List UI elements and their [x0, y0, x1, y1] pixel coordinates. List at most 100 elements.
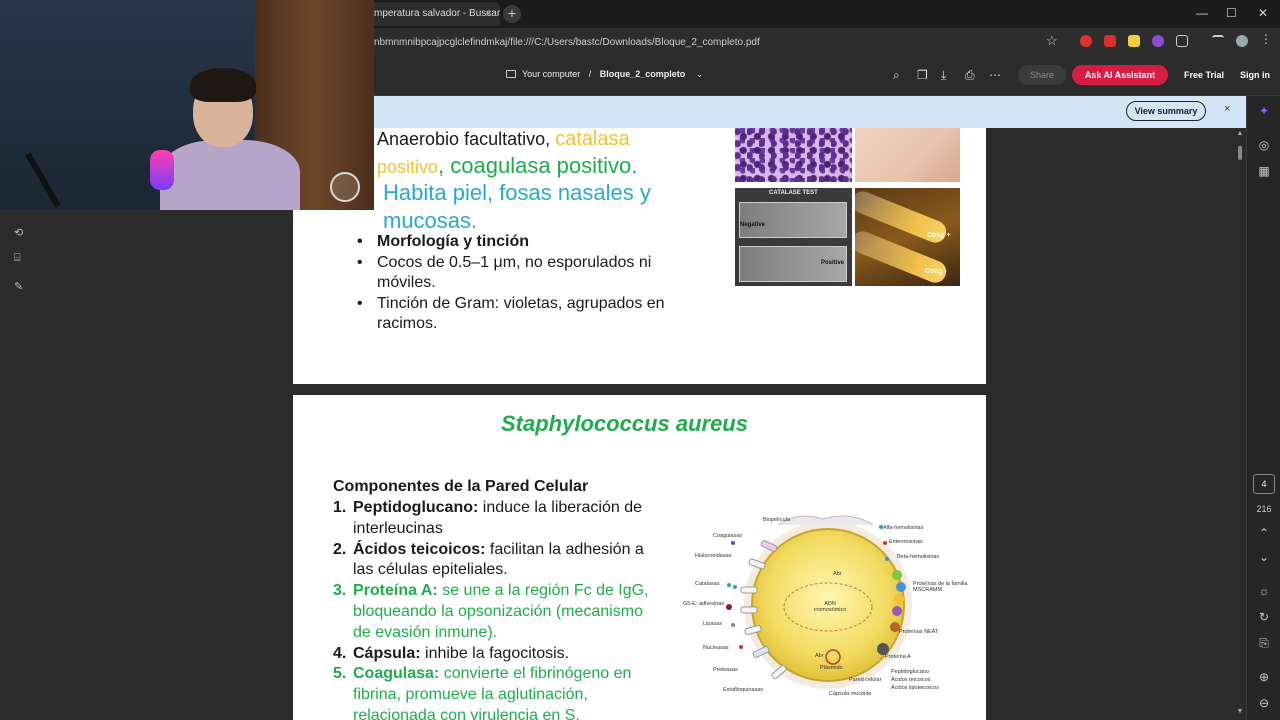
zoom-in-icon[interactable]: ⊕	[1255, 668, 1273, 686]
sign-in-button[interactable]: Sign in	[1240, 65, 1280, 85]
breadcrumb-location[interactable]: Your computer	[522, 69, 580, 79]
label-lipasas: Lipasas	[703, 621, 722, 627]
screen: mperatura salvador - Buscar × + — ☐ ✕ nb…	[0, 0, 1280, 720]
left-tool-rail: ⟲ ⌸ ✎	[0, 210, 38, 300]
label-proteasas: Proteasas	[713, 667, 738, 673]
download-icon[interactable]: ⤓	[941, 68, 946, 83]
skin-infection-image	[855, 128, 960, 182]
bookmark-star-icon[interactable]: ☆	[1046, 33, 1058, 49]
coag-positive-label: Coag +	[927, 232, 951, 239]
label-estafiloquinasas: Estafiloquinasas	[723, 687, 764, 693]
close-window-icon[interactable]: ✕	[1258, 6, 1268, 20]
more-options-icon[interactable]: ⋯	[989, 68, 1001, 82]
profile-avatar-icon[interactable]	[1236, 35, 1248, 47]
document-scrollbar[interactable]: ▲ ▼	[1236, 130, 1244, 720]
breadcrumb: Your computer / Bloque_2_completo ⌄	[506, 69, 703, 80]
tab-close-icon[interactable]: ×	[486, 2, 492, 26]
comment-icon[interactable]: ◎	[1255, 136, 1273, 154]
webcam-overlay	[0, 0, 374, 210]
label-coagulasas: Coagulasas	[713, 533, 743, 539]
morphology-list: Morfología y tinción Cocos de 0.5–1 μm, …	[357, 232, 687, 335]
scroll-up-icon[interactable]: ▲	[1236, 130, 1244, 137]
label-peptidoglucano: Peptidoglucano	[891, 669, 929, 675]
scroll-thumb[interactable]	[1238, 146, 1242, 160]
brightness-icon[interactable]: ☼	[1255, 582, 1273, 600]
extension-shield-icon[interactable]	[1080, 35, 1092, 47]
extension-acrobat-icon[interactable]	[1104, 35, 1116, 47]
zoom-out-icon[interactable]: ⊖	[1255, 694, 1273, 712]
page-number-field[interactable]: 4	[1253, 474, 1275, 494]
maximize-icon[interactable]: ☐	[1226, 6, 1237, 20]
label-neat: Proteínas NEAT	[899, 629, 939, 635]
minimize-icon[interactable]: —	[1196, 6, 1208, 20]
file-name[interactable]: Bloque_2_completo	[600, 69, 686, 79]
lasso-icon[interactable]: ⟲	[14, 226, 28, 240]
catalase-positive-label: Positive	[821, 260, 845, 266]
view-summary-button[interactable]: View summary	[1126, 101, 1206, 121]
new-tab-button[interactable]: +	[503, 5, 521, 23]
share-button[interactable]: Share	[1018, 65, 1066, 85]
summary-banner: View summary ×	[374, 96, 1246, 128]
free-trial-button[interactable]: Free Trial	[1175, 65, 1233, 85]
extension-yellow-icon[interactable]	[1128, 35, 1140, 47]
text-catalasa: catalasa	[555, 128, 630, 150]
page-total: 216	[1256, 504, 1272, 514]
chevron-down-icon[interactable]: ⌄	[696, 69, 704, 79]
gram-stain-image	[735, 128, 852, 182]
browser-tab[interactable]: mperatura salvador - Buscar ×	[360, 2, 500, 26]
url-field[interactable]: nbmnmnibpcajpcglclefindmkaj/file:///C:/U…	[374, 34, 1064, 52]
label-proteina-a: Proteína A	[885, 654, 911, 660]
catalase-negative-label: Negative	[740, 222, 766, 228]
label-beta-hemolisinas: Beta-hemolisinas	[897, 554, 940, 560]
text-select-icon[interactable]: ⌸	[14, 252, 28, 266]
label-catalasas: Catalasas	[695, 581, 720, 587]
label-acidos-teicoicos: Ácidos teicoicos	[891, 677, 931, 683]
reading-list-icon[interactable]	[1212, 35, 1224, 47]
list-item: 3. Proteína A: se une a la región Fc de I…	[333, 582, 649, 641]
document-info-icon[interactable]: ⎘	[1255, 634, 1273, 652]
breadcrumb-separator: /	[588, 69, 592, 79]
text-line-2: positivo, coagulasa positivo.	[377, 153, 637, 179]
stream-logo-icon	[330, 172, 360, 202]
text-line-3: Habita piel, fosas nasales y	[383, 180, 651, 205]
search-icon[interactable]: ⌕	[893, 68, 900, 83]
label-abr-1: Abr	[833, 571, 842, 577]
webcam-person-body	[160, 140, 300, 210]
webcam-microphone	[150, 150, 174, 190]
list-item: Morfología y tinción	[357, 232, 687, 253]
ai-assistant-icon[interactable]: ✦	[1255, 102, 1273, 120]
pdf-page-3: Anaerobio facultativo, catalasa positivo…	[293, 128, 986, 384]
draw-pen-icon[interactable]: ✎	[14, 280, 28, 294]
label-capsula-mucoide: Cápsula mucoide	[829, 691, 872, 697]
ask-ai-assistant-button[interactable]: Ask AI Assistant	[1072, 65, 1168, 85]
list-item: Tinción de Gram: violetas, agrupados en …	[357, 294, 687, 335]
list-item: 1. Peptidoglucano: induce la liberación d…	[333, 499, 642, 537]
catalase-test-image: CATALASE TEST Negative Positive	[735, 188, 852, 286]
extensions-puzzle-icon[interactable]	[1176, 35, 1188, 47]
page-down-icon[interactable]: ⌄	[1255, 548, 1273, 566]
list-item: 2. Ácidos teicoicos: facilitan la adhesió…	[333, 540, 644, 579]
page-up-icon[interactable]: ⌃	[1255, 524, 1273, 542]
list-item: 4. Cápsula: inhibe la fagocitosis.	[333, 644, 570, 662]
biofilm-blob	[777, 515, 874, 526]
label-enterotoxinas: Enterotoxinas	[889, 539, 923, 545]
catalase-title: CATALASE TEST	[769, 190, 818, 196]
text-line-1: Anaerobio facultativo, catalasa	[377, 128, 630, 151]
pages-icon[interactable]: ❐	[917, 68, 928, 82]
browser-menu-icon[interactable]: ⋮	[1260, 33, 1272, 46]
tab-title: mperatura salvador - Buscar	[374, 8, 500, 19]
scroll-down-icon[interactable]: ▼	[1236, 708, 1244, 715]
rotate-icon[interactable]: ↻	[1255, 608, 1273, 626]
text-positivo: positivo	[377, 157, 439, 177]
coagulase-test-image: Coag + Coag -	[855, 188, 960, 286]
pdf-page-4: Staphylococcus aureus Componentes de la …	[293, 395, 986, 720]
text-coagulasa: , coagulasa positivo.	[438, 153, 638, 178]
print-icon[interactable]: ⎙	[965, 68, 975, 83]
banner-close-icon[interactable]: ×	[1224, 103, 1230, 115]
grid-view-icon[interactable]: ▦	[1255, 162, 1273, 180]
list-item: Cocos de 0.5–1 μm, no esporulados ni móv…	[357, 253, 687, 294]
label-biopelicula: Biopelícula	[763, 517, 790, 523]
label-alfa-hemolisinas: Alfa-hemolisinas	[883, 525, 924, 531]
extension-brain-icon[interactable]	[1152, 35, 1164, 47]
webcam-person-hair	[190, 68, 256, 102]
